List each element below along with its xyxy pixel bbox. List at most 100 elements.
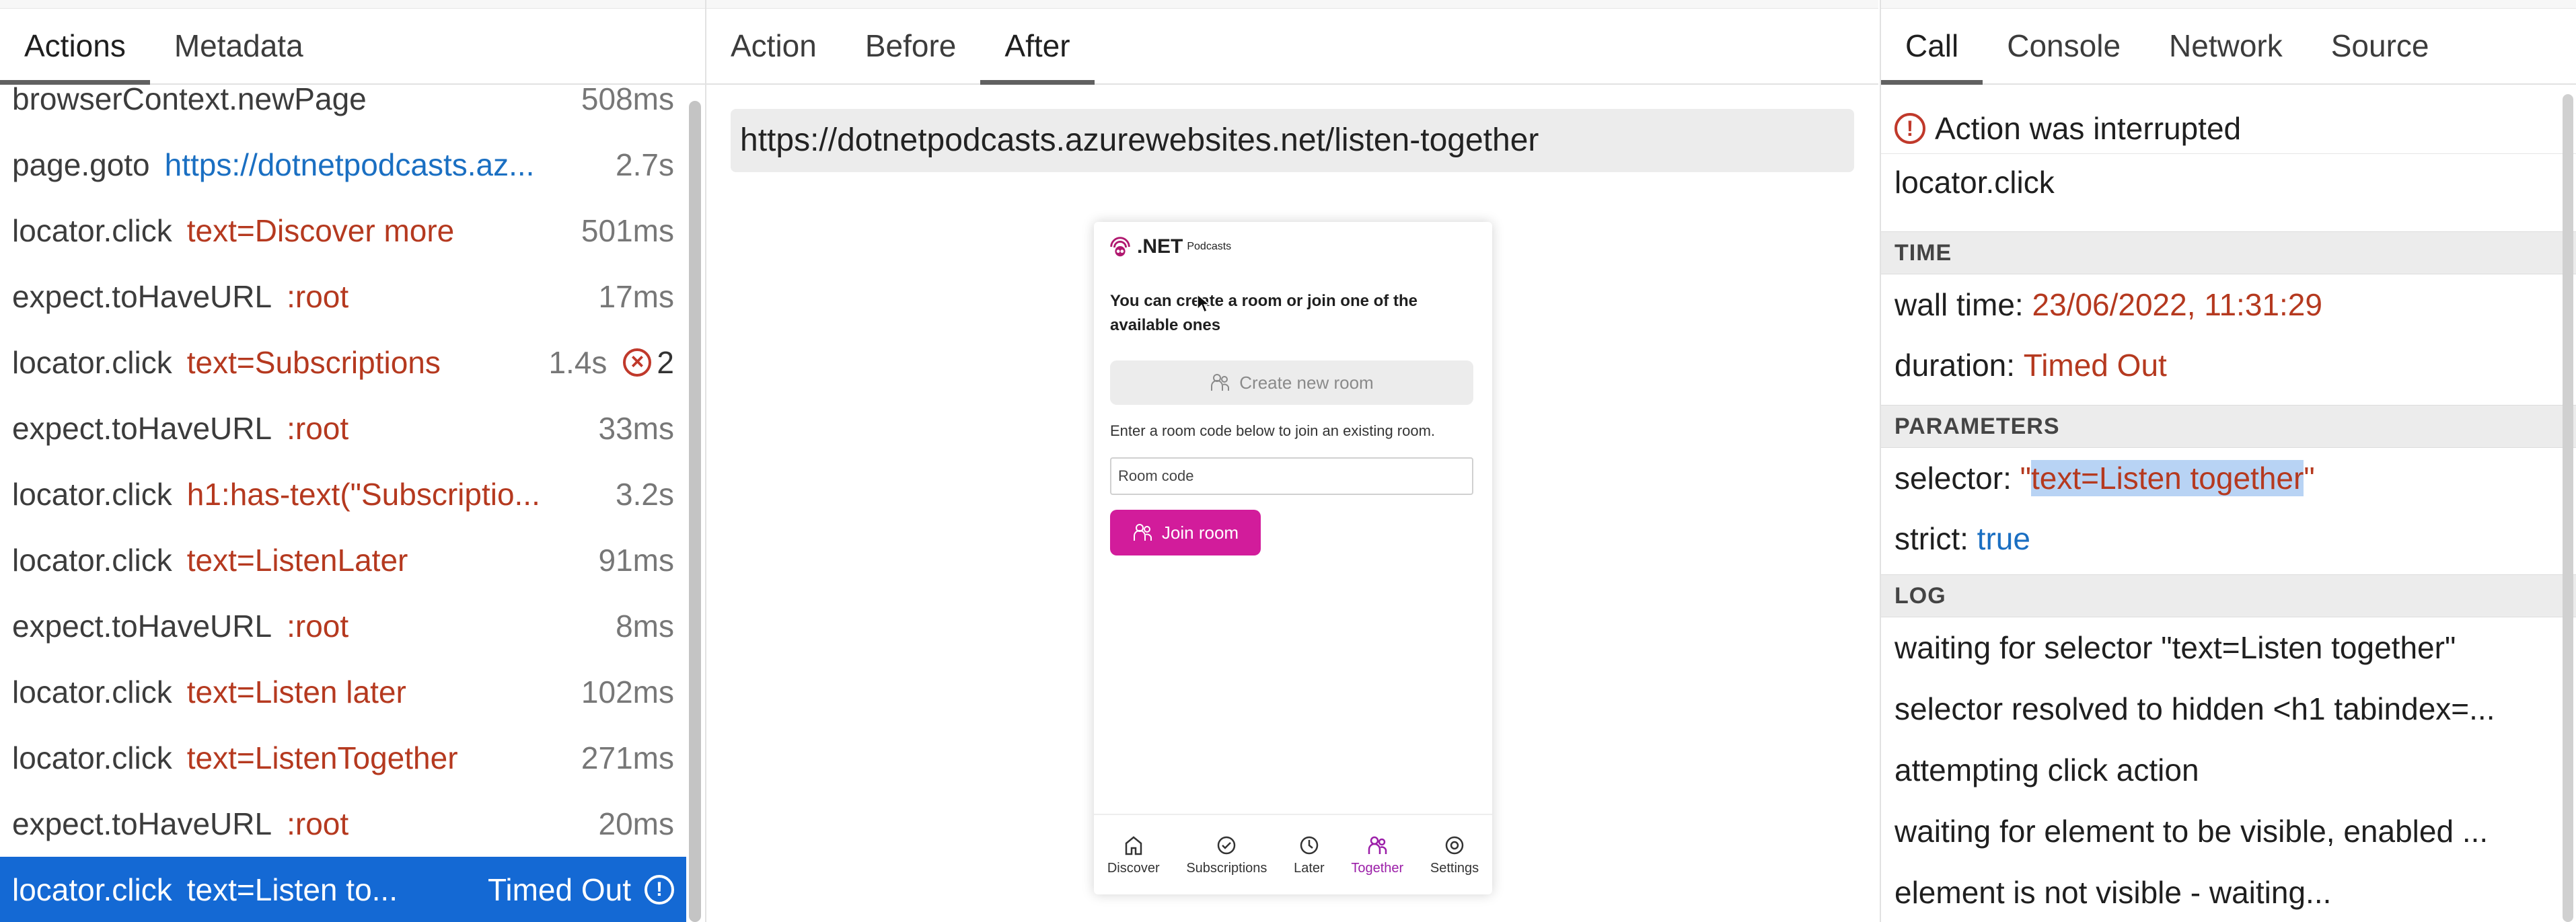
action-method: browserContext.newPage [12,81,367,116]
action-duration: 17ms [598,279,674,314]
wall-time-label: wall time: [1894,287,2024,322]
action-method: locator.click [12,872,172,907]
method-name: locator.click [1894,165,2055,200]
strict-value: true [1977,521,2030,556]
create-room-button[interactable]: Create new room [1110,360,1473,405]
action-method: expect.toHaveURL [12,279,272,314]
action-selector: :root [287,609,349,644]
tab-after[interactable]: After [980,8,1095,85]
join-room-button[interactable]: Join room [1110,510,1261,555]
log-header: LOG [1881,574,2576,617]
action-row[interactable]: locator.click text=Discover more 501ms [0,198,686,264]
selector-quote-close: " [2304,461,2315,496]
status-text: Action was interrupted [1935,111,2242,146]
people-icon [1133,524,1152,541]
log-line: selector resolved to hidden <h1 tabindex… [1894,691,2495,726]
tab-before[interactable]: Before [841,8,981,83]
action-duration: 2.7s [616,147,674,182]
action-list: browserContext.newPage 508ms page.goto http… [0,81,686,922]
action-duration: 8ms [616,609,674,644]
action-selector: https://dotnetpodcasts.az... [164,147,535,182]
action-duration: 91ms [598,543,674,578]
brand-name: .NET [1137,235,1183,258]
action-row[interactable]: expect.toHaveURL:root 33ms [0,395,686,461]
details-pane: Call Console Network Source ! Action was… [1880,0,2576,922]
action-method: expect.toHaveURL [12,806,272,841]
tab-action[interactable]: Action [706,8,841,83]
wall-time-row: wall time: 23/06/2022, 11:31:29 [1881,274,2576,335]
action-row[interactable]: page.goto https://dotnetpodcasts.az... 2.7… [0,132,686,198]
action-row[interactable]: locator.click h1:has-text("Subscriptio...… [0,461,686,527]
action-row[interactable]: locator.click text=ListenTogether 271ms [0,725,686,791]
action-selector: text=Subscriptions [186,345,441,380]
page-snapshot: .NET Podcasts You can create a room or j… [1094,222,1492,894]
selector-label: selector: [1894,461,2012,496]
clock-icon [1300,836,1319,854]
nav-label: Discover [1107,860,1160,876]
selector-value[interactable]: text=Listen together [2030,460,2304,496]
action-method: locator.click [12,740,172,775]
action-row[interactable]: browserContext.newPage 508ms [0,66,686,132]
join-room-label: Join room [1161,522,1239,543]
log-line: waiting for element to be visible, enabl… [1894,814,2489,849]
tab-network[interactable]: Network [2145,8,2307,83]
gear-icon [1445,836,1464,854]
app-bottom-nav: Discover Subscriptions Later Together Se… [1094,814,1492,894]
brand-sub: Podcasts [1187,241,1232,252]
action-method: expect.toHaveURL [12,411,272,446]
nav-subscriptions[interactable]: Subscriptions [1186,834,1267,876]
action-selector: text=Listen to... [186,872,398,907]
nav-label: Settings [1430,860,1479,876]
action-duration: 33ms [598,411,674,446]
selector-row: selector: " text=Listen together " [1881,448,2576,508]
action-duration: Timed Out [487,872,631,907]
time-header: TIME [1881,231,2576,274]
actions-pane: Actions Metadata browserContext.newPage 5… [0,0,706,922]
log-line: element is not visible - waiting... [1894,875,2332,910]
status-row: ! Action was interrupted [1881,104,2576,154]
log-line: attempting click action [1894,753,2199,787]
nav-settings[interactable]: Settings [1430,834,1479,876]
action-duration: 102ms [581,675,674,709]
action-method: locator.click [12,345,172,380]
action-selector: text=Discover more [186,213,455,248]
timeout-icon: ! [645,875,674,905]
wall-time-value: 23/06/2022, 11:31:29 [2032,287,2322,322]
action-row[interactable]: locator.click text=ListenLater 91ms [0,527,686,593]
action-row[interactable]: expect.toHaveURL :root 17ms [0,264,686,330]
nav-later[interactable]: Later [1294,834,1325,876]
tab-call[interactable]: Call [1881,8,1983,85]
tab-console[interactable]: Console [1983,8,2145,83]
error-icon: × [623,348,652,377]
action-method: locator.click [12,477,172,512]
nav-discover[interactable]: Discover [1107,834,1160,876]
podcast-logo-icon [1110,237,1130,257]
duration-label: duration: [1894,348,2016,383]
action-row[interactable]: locator.click text=Listen to... Timed Out! [0,857,686,922]
nav-together[interactable]: Together [1351,834,1403,876]
duration-value: Timed Out [2023,348,2167,383]
create-room-label: Create new room [1239,372,1374,393]
call-details: ! Action was interrupted locator.click T… [1881,83,2576,922]
nav-label: Later [1294,860,1325,876]
actions-scrollbar[interactable] [689,101,701,922]
check-circle-icon [1218,836,1236,854]
action-row[interactable]: expect.toHaveURL:root 20ms [0,791,686,857]
room-code-input[interactable]: Room code [1110,457,1473,495]
error-count-value: 2 [657,345,674,380]
action-selector: h1:has-text("Subscriptio... [186,477,540,512]
action-selector: text=ListenTogether [186,740,458,775]
middle-tabbar: Action Before After [706,8,1878,85]
action-method: locator.click [12,213,172,248]
tab-source[interactable]: Source [2307,8,2454,83]
snapshot-url: https://dotnetpodcasts.azurewebsites.net… [731,109,1854,172]
action-row[interactable]: expect.toHaveURL :root 8ms [0,593,686,659]
action-method: locator.click [12,675,172,709]
action-selector: :root [287,279,349,314]
action-selector: text=ListenLater [186,543,408,578]
details-scrollbar[interactable] [2563,94,2573,922]
action-row[interactable]: locator.click text=Subscriptions 1.4s × 2 [0,330,686,395]
action-row[interactable]: locator.click text=Listen later 102ms [0,659,686,725]
action-method: expect.toHaveURL [12,609,272,644]
error-count: × 2 [623,344,686,381]
